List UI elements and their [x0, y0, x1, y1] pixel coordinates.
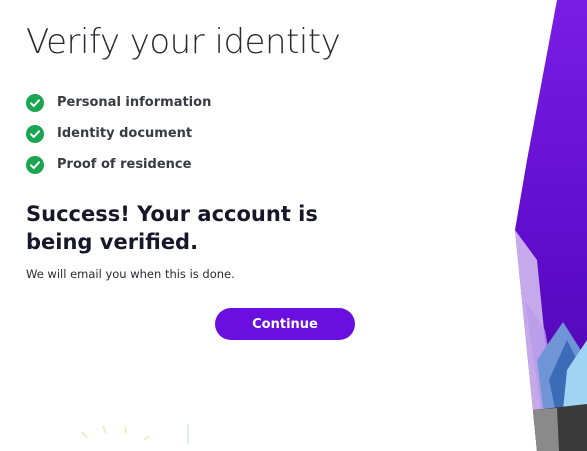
verification-steps: Personal information Identity document P… — [26, 87, 211, 180]
check-circle-icon — [26, 93, 44, 112]
decorative-side-graphic — [515, 0, 587, 451]
check-circle-icon — [26, 155, 44, 174]
step-proof-of-residence: Proof of residence — [26, 149, 211, 180]
step-label: Identity document — [57, 126, 193, 141]
step-personal-information: Personal information — [26, 87, 211, 118]
verification-page: Verify your identity Personal informatio… — [0, 0, 587, 451]
step-label: Proof of residence — [57, 157, 192, 172]
page-title: Verify your identity — [26, 22, 341, 62]
continue-button[interactable]: Continue — [215, 308, 355, 340]
success-headline: Success! Your account is being verified. — [26, 202, 318, 254]
step-identity-document: Identity document — [26, 118, 211, 149]
check-circle-icon — [26, 124, 44, 143]
step-label: Personal information — [57, 95, 212, 110]
success-subtext: We will email you when this is done. — [26, 267, 235, 281]
decorative-bottom-marks — [81, 424, 189, 444]
